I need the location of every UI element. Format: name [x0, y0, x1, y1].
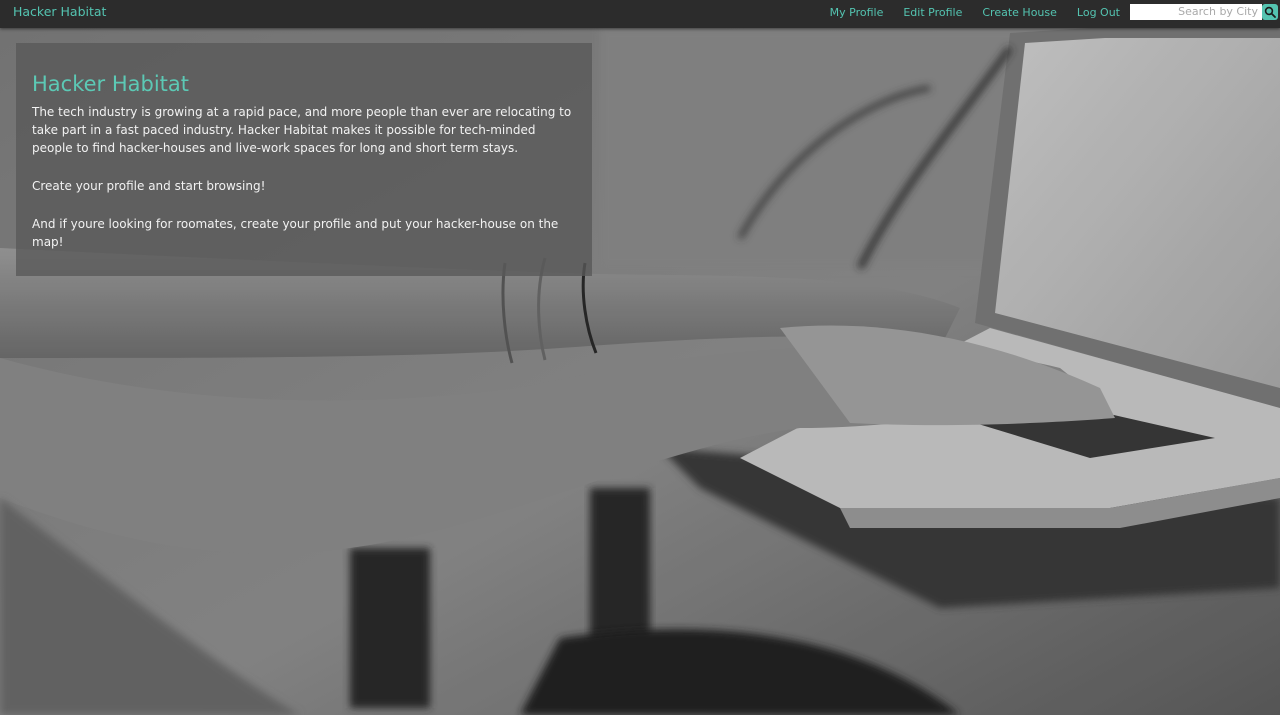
intro-paragraph: The tech industry is growing at a rapid … — [32, 105, 572, 155]
search-bar — [1130, 3, 1278, 20]
brand-link[interactable]: Hacker Habitat — [13, 4, 106, 19]
top-navbar: Hacker Habitat My Profile Edit Profile C… — [0, 0, 1280, 28]
search-button[interactable] — [1262, 3, 1278, 20]
intro-paragraph: Create your profile and start browsing! — [32, 179, 266, 193]
intro-card: Hacker Habitat The tech industry is grow… — [16, 43, 592, 276]
search-icon — [1264, 6, 1276, 18]
nav-links: My Profile Edit Profile Create House Log… — [810, 6, 1120, 19]
intro-title: Hacker Habitat — [32, 72, 190, 96]
intro-paragraph: And if youre looking for roomates, creat… — [32, 217, 559, 249]
nav-edit-profile[interactable]: Edit Profile — [903, 6, 962, 19]
search-input[interactable] — [1130, 3, 1262, 20]
nav-log-out[interactable]: Log Out — [1077, 6, 1120, 19]
nav-my-profile[interactable]: My Profile — [830, 6, 884, 19]
nav-create-house[interactable]: Create House — [982, 6, 1057, 19]
